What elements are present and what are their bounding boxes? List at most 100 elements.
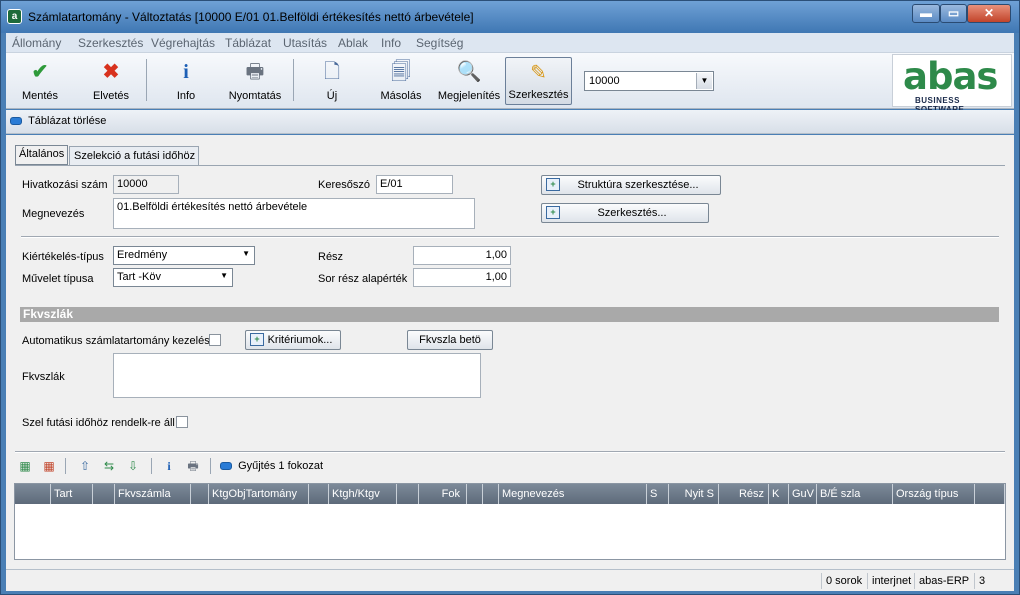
pencil-icon: ✎ [530,62,547,84]
chevron-down-icon[interactable]: ▼ [696,73,712,89]
edit-dialog-button[interactable]: + Szerkesztés... [541,203,709,223]
grid-col-header[interactable] [467,484,483,504]
eval-type-label: Kiértékelés-típus [22,251,104,263]
part-field[interactable]: 1,00 [413,246,511,265]
chevron-down-icon: ▼ [220,271,228,280]
checkmark-icon: ✔ [31,61,49,83]
delete-row-icon[interactable]: ▦ [41,458,57,474]
grid-col-header[interactable] [191,484,209,504]
tab-general[interactable]: Általános [15,145,68,165]
toolbar-separator [210,458,211,474]
add-icon: + [546,206,560,219]
edit-button[interactable]: ✎ Szerkesztés [505,57,572,105]
discard-button[interactable]: ✖ Elvetés [84,57,138,105]
view-button[interactable]: 🔍 Megjelenítés [437,57,501,105]
grid-col-header[interactable] [975,484,1005,504]
toolbar-separator [151,458,152,474]
menu-file[interactable]: Állomány [12,36,61,50]
general-panel: Hivatkozási szám 10000 Keresőszó E/01 + … [15,165,1005,449]
printer-icon[interactable]: 🖶 [185,458,201,474]
grid-col-header[interactable] [397,484,419,504]
grid-header: Tart Fkvszámla KtgObjTartomány Ktgh/Ktgv… [15,484,1005,504]
clear-table-button[interactable]: Táblázat törlése [10,115,106,127]
magnifier-icon: 🔍 [456,61,482,83]
move-up-icon[interactable]: ⇧ [77,458,93,474]
grid-col-header[interactable]: S [647,484,669,504]
save-button[interactable]: ✔ Mentés [14,57,66,105]
new-button[interactable]: 🗋 Új [314,57,350,105]
clear-table-icon [10,117,22,126]
logo-wordmark: abas [903,55,998,98]
copy-button[interactable]: 🗐 Másolás [378,57,424,105]
grid-col-header[interactable]: Ktgh/Ktgv [329,484,397,504]
chevron-down-icon: ▼ [242,249,250,258]
printer-icon: 🖶 [245,61,265,83]
add-icon: + [250,333,264,346]
title-bar: a Számlatartomány - Változtatás [10000 E… [1,1,1019,33]
ref-label: Hivatkozási szám [22,179,108,191]
name-field[interactable]: 01.Belföldi értékesítés nettó árbevétele [113,198,475,229]
auto-label: Automatikus számlatartomány kezelés [22,335,210,347]
toolbar-separator [293,59,294,101]
tab-runtime-selection[interactable]: Szelekció a futási időhöz [69,146,199,165]
menu-command[interactable]: Utasítás [283,36,327,50]
grid-col-header[interactable] [93,484,115,504]
grid-col-header[interactable]: Fkvszámla [115,484,191,504]
grid-col-header[interactable]: Tart [51,484,93,504]
menu-window[interactable]: Ablak [338,36,368,50]
accounts-label: Fkvszlák [22,371,65,383]
row-part-label: Sor rész alapérték [318,273,408,285]
accounts-field[interactable] [113,353,481,398]
close-button[interactable]: ✕ [967,4,1011,23]
collect-button[interactable]: Gyűjtés 1 fokozat [220,460,323,472]
grid-col-header[interactable]: K [769,484,789,504]
grid-col-header[interactable]: Fok [419,484,467,504]
maximize-button[interactable]: ▭ [940,4,967,23]
grid-col-header[interactable]: Rész [719,484,769,504]
entry-button[interactable]: Fkvszla betö [407,330,493,350]
data-grid[interactable]: Tart Fkvszámla KtgObjTartomány Ktgh/Ktgv… [14,483,1006,560]
menu-help[interactable]: Segítség [416,36,463,50]
menu-edit[interactable]: Szerkesztés [78,36,143,50]
grid-col-header[interactable] [15,484,51,504]
op-type-select[interactable]: Tart -Köv ▼ [113,268,233,287]
insert-row-icon[interactable]: ▦ [17,458,33,474]
keyword-label: Keresőszó [318,179,370,191]
divider [15,451,1005,453]
print-button[interactable]: 🖶 Nyomtatás [226,57,284,105]
grid-col-header[interactable]: B/É szla [817,484,893,504]
runtime-label: Szel futási időhöz rendelk-re áll [22,417,175,429]
eval-type-select[interactable]: Eredmény ▼ [113,246,255,265]
move-icon[interactable]: ⇆ [101,458,117,474]
grid-col-header[interactable]: Ország típus [893,484,975,504]
grid-col-header[interactable]: Megnevezés [499,484,647,504]
abas-logo: abas BUSINESS SOFTWARE [892,54,1012,114]
grid-col-header[interactable] [309,484,329,504]
grid-col-header[interactable]: GuV [789,484,817,504]
grid-col-header[interactable]: Nyit S [669,484,719,504]
ref-field[interactable]: 10000 [113,175,179,194]
structure-edit-button[interactable]: + Struktúra szerkesztése... [541,175,721,195]
minimize-button[interactable]: ▬ [912,4,940,23]
menu-info[interactable]: Info [381,36,401,50]
info-icon[interactable]: i [161,458,177,474]
runtime-checkbox[interactable] [176,416,188,428]
part-label: Rész [318,251,344,263]
info-button[interactable]: i Info [166,57,206,105]
grid-col-header[interactable] [483,484,499,504]
application-window: a Számlatartomány - Változtatás [10000 E… [0,0,1020,595]
menu-table[interactable]: Táblázat [225,36,271,50]
toolbar: ✔ Mentés ✖ Elvetés i Info 🖶 Nyomtatás 🗋 … [6,53,1014,114]
menu-execute[interactable]: Végrehajtás [151,36,215,50]
app-icon: a [7,9,22,24]
keyword-field[interactable]: E/01 [376,175,453,194]
grid-col-header[interactable]: KtgObjTartomány [209,484,309,504]
row-part-field[interactable]: 1,00 [413,268,511,287]
move-down-icon[interactable]: ⇩ [125,458,141,474]
auto-checkbox[interactable] [209,334,221,346]
window-title: Számlatartomány - Változtatás [10000 E/0… [28,10,474,24]
criteria-button[interactable]: + Kritériumok... [245,330,341,350]
add-icon: + [546,178,560,191]
record-selector[interactable]: 10000 ▼ [584,71,714,91]
section-header: Fkvszlák [20,307,999,322]
